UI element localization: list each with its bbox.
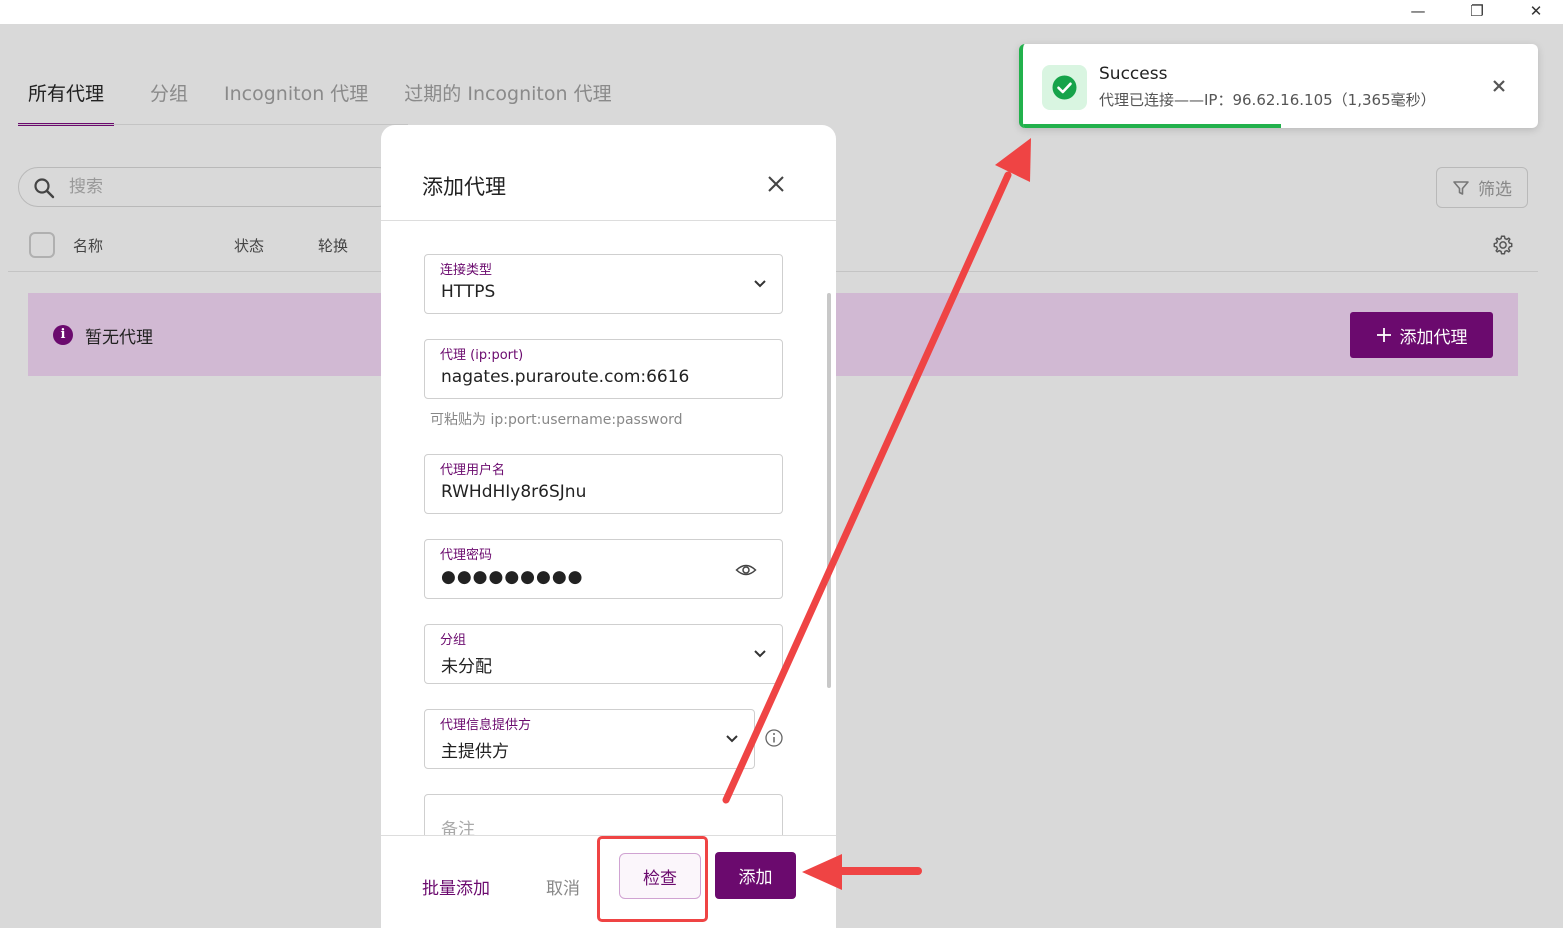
connection-type-value: HTTPS bbox=[441, 282, 496, 302]
info-icon: i bbox=[53, 325, 73, 345]
cancel-button[interactable]: 取消 bbox=[546, 874, 580, 899]
provider-label: 代理信息提供方 bbox=[440, 718, 532, 733]
search-icon bbox=[34, 178, 55, 199]
tab-all-proxies[interactable]: 所有代理 bbox=[18, 70, 115, 126]
proxy-username-field[interactable]: 代理用户名 RWHdHIy8r6SJnu bbox=[424, 454, 783, 514]
proxy-tabs: 所有代理 分组 Incogniton 代理 过期的 Incogniton 代理 bbox=[18, 70, 648, 126]
close-icon[interactable] bbox=[1491, 78, 1507, 94]
tabs-divider bbox=[18, 124, 408, 125]
info-circle-icon[interactable] bbox=[764, 728, 784, 748]
toast-message: 代理已连接——IP：96.62.16.105（1,365毫秒） bbox=[1099, 91, 1436, 109]
toast-title: Success bbox=[1099, 64, 1168, 84]
filter-button[interactable]: 筛选 bbox=[1436, 167, 1528, 208]
connection-type-label: 连接类型 bbox=[440, 263, 493, 278]
eye-icon[interactable] bbox=[735, 562, 757, 578]
proxy-password-field[interactable]: 代理密码 ●●●●●●●●● bbox=[424, 539, 783, 599]
success-toast: Success 代理已连接——IP：96.62.16.105（1,365毫秒） bbox=[1019, 44, 1538, 128]
check-circle-icon bbox=[1052, 75, 1077, 100]
gear-icon[interactable] bbox=[1492, 234, 1514, 256]
restore-button[interactable]: ❐ bbox=[1457, 0, 1497, 22]
add-proxy-button[interactable]: 添加代理 bbox=[1350, 312, 1493, 358]
minimize-button[interactable]: — bbox=[1398, 0, 1438, 22]
proxy-address-label: 代理 (ip:port) bbox=[440, 348, 524, 363]
dialog-body: 连接类型 HTTPS 代理 (ip:port) nagates.purarout… bbox=[381, 221, 836, 835]
close-icon[interactable] bbox=[763, 171, 789, 197]
empty-state-text: 暂无代理 bbox=[85, 328, 153, 348]
chevron-down-icon bbox=[754, 650, 766, 658]
window-titlebar: — ❐ ✕ bbox=[0, 0, 1563, 24]
search-input[interactable] bbox=[69, 173, 389, 201]
check-button[interactable]: 检查 bbox=[619, 853, 701, 899]
tab-expired-incogniton-proxies[interactable]: 过期的 Incogniton 代理 bbox=[404, 70, 611, 126]
add-proxy-label: 添加代理 bbox=[1399, 327, 1468, 348]
close-window-button[interactable]: ✕ bbox=[1516, 0, 1556, 22]
group-value: 未分配 bbox=[441, 657, 492, 677]
provider-value: 主提供方 bbox=[441, 742, 509, 762]
tab-incogniton-proxies[interactable]: Incogniton 代理 bbox=[224, 70, 368, 126]
chevron-down-icon bbox=[754, 280, 766, 288]
group-label: 分组 bbox=[440, 633, 467, 648]
bulk-add-button[interactable]: 批量添加 bbox=[422, 874, 490, 899]
add-button[interactable]: 添加 bbox=[715, 852, 796, 899]
proxy-username-value: RWHdHIy8r6SJnu bbox=[441, 482, 587, 502]
notes-placeholder: 备注 bbox=[441, 820, 475, 835]
search-box[interactable] bbox=[18, 167, 398, 207]
column-name[interactable]: 名称 bbox=[73, 235, 103, 256]
connection-type-select[interactable]: 连接类型 HTTPS bbox=[424, 254, 783, 314]
provider-select[interactable]: 代理信息提供方 主提供方 bbox=[424, 709, 755, 769]
toast-progress-bar bbox=[1023, 124, 1281, 128]
column-status[interactable]: 状态 bbox=[234, 235, 264, 256]
proxy-username-label: 代理用户名 bbox=[440, 463, 506, 478]
notes-field[interactable]: 备注 bbox=[424, 794, 783, 835]
proxy-address-hint: 可粘贴为 ip:port:username:password bbox=[430, 412, 683, 428]
dialog-scrollbar[interactable] bbox=[827, 293, 831, 688]
add-proxy-dialog: 添加代理 连接类型 HTTPS 代理 (ip:port) nagates.pur… bbox=[381, 125, 836, 928]
proxy-password-label: 代理密码 bbox=[440, 548, 493, 563]
filter-icon bbox=[1453, 180, 1469, 195]
chevron-down-icon bbox=[726, 735, 738, 743]
dialog-footer: 批量添加 取消 检查 添加 bbox=[381, 835, 836, 928]
dialog-title: 添加代理 bbox=[422, 175, 506, 199]
success-badge bbox=[1042, 65, 1087, 110]
proxy-address-value: nagates.puraroute.com:6616 bbox=[441, 367, 690, 387]
filter-label: 筛选 bbox=[1478, 180, 1512, 200]
group-select[interactable]: 分组 未分配 bbox=[424, 624, 783, 684]
tab-groups[interactable]: 分组 bbox=[150, 70, 188, 126]
proxy-address-field[interactable]: 代理 (ip:port) nagates.puraroute.com:6616 bbox=[424, 339, 783, 399]
column-rotation[interactable]: 轮换 bbox=[318, 235, 348, 256]
plus-icon bbox=[1376, 328, 1391, 342]
select-all-checkbox[interactable] bbox=[29, 232, 55, 258]
proxy-password-value: ●●●●●●●●● bbox=[441, 567, 584, 587]
